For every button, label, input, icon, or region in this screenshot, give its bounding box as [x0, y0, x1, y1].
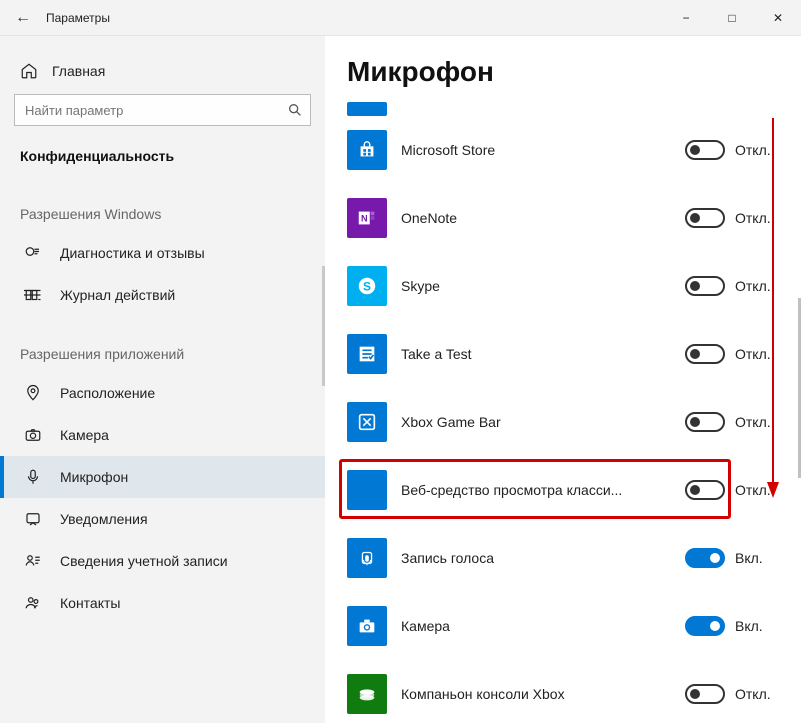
sidebar-item-label: Расположение [60, 385, 155, 401]
sidebar-item-label: Камера [60, 427, 109, 443]
app-icon [347, 538, 387, 578]
sidebar-item-activity[interactable]: Журнал действий [0, 274, 325, 316]
sidebar-item-label: Журнал действий [60, 287, 175, 303]
app-icon: N [347, 198, 387, 238]
account-icon [24, 552, 42, 570]
app-icon [347, 470, 387, 510]
app-icon-partial [347, 102, 387, 116]
sidebar-item-label: Диагностика и отзывы [60, 245, 205, 261]
app-name: Xbox Game Bar [387, 414, 685, 431]
sidebar-item-label: Уведомления [60, 511, 148, 527]
sidebar-home[interactable]: Главная [0, 56, 325, 94]
app-toggle[interactable] [685, 480, 725, 500]
search-icon [287, 102, 303, 118]
sidebar-item-diagnostics[interactable]: Диагностика и отзывы [0, 232, 325, 274]
toggle-state-label: Откл. [725, 142, 771, 158]
sidebar-item-location[interactable]: Расположение [0, 372, 325, 414]
app-row: N OneNote Откл. [347, 190, 771, 246]
main-panel: Микрофон Microsoft Store Откл. N OneNote Отк… [325, 36, 801, 723]
toggle-state-label: Откл. [725, 686, 771, 702]
app-name: Skype [387, 278, 685, 295]
app-row: Microsoft Store Откл. [347, 122, 771, 178]
app-toggle[interactable] [685, 616, 725, 636]
notifications-icon [24, 510, 42, 528]
sidebar-item-microphone[interactable]: Микрофон [0, 456, 325, 498]
toggle-state-label: Вкл. [725, 550, 771, 566]
toggle-state-label: Откл. [725, 482, 771, 498]
app-name: Компаньон консоли Xbox [387, 686, 685, 703]
microphone-icon [24, 468, 42, 486]
history-icon [24, 286, 42, 304]
toggle-state-label: Вкл. [725, 618, 771, 634]
toggle-state-label: Откл. [725, 414, 771, 430]
app-icon: S [347, 266, 387, 306]
app-name: Запись голоса [387, 550, 685, 567]
app-name: OneNote [387, 210, 685, 227]
app-name: Камера [387, 618, 685, 635]
sidebar-item-label: Сведения учетной записи [60, 553, 228, 569]
app-toggle[interactable] [685, 140, 725, 160]
feedback-icon [24, 244, 42, 262]
svg-text:N: N [361, 214, 368, 224]
home-icon [20, 62, 38, 80]
sidebar-item-account-info[interactable]: Сведения учетной записи [0, 540, 325, 582]
app-name: Microsoft Store [387, 142, 685, 159]
app-toggle[interactable] [685, 684, 725, 704]
app-toggle[interactable] [685, 344, 725, 364]
sidebar-group-windows-perms: Разрешения Windows [0, 176, 325, 232]
toggle-state-label: Откл. [725, 346, 771, 362]
sidebar-item-contacts[interactable]: Контакты [0, 582, 325, 624]
sidebar-section-title: Конфиденциальность [0, 144, 325, 176]
app-row: Компаньон консоли Xbox Откл. [347, 666, 771, 722]
back-button[interactable]: ← [0, 9, 46, 27]
sidebar-group-app-perms: Разрешения приложений [0, 316, 325, 372]
sidebar-item-camera[interactable]: Камера [0, 414, 325, 456]
app-toggle[interactable] [685, 276, 725, 296]
contacts-icon [24, 594, 42, 612]
app-row: Камера Вкл. [347, 598, 771, 654]
search-box[interactable] [14, 94, 311, 126]
search-input[interactable] [14, 94, 311, 126]
toggle-state-label: Откл. [725, 278, 771, 294]
maximize-button[interactable]: □ [709, 0, 755, 36]
location-icon [24, 384, 42, 402]
sidebar-item-notifications[interactable]: Уведомления [0, 498, 325, 540]
app-icon [347, 130, 387, 170]
sidebar-item-label: Микрофон [60, 469, 128, 485]
app-row: Xbox Game Bar Откл. [347, 394, 771, 450]
app-name: Веб-средство просмотра класси... [387, 482, 685, 499]
app-row: Веб-средство просмотра класси... Откл. [347, 462, 771, 518]
close-button[interactable]: ✕ [755, 0, 801, 36]
app-list: Microsoft Store Откл. N OneNote Откл. S Skype О… [347, 102, 771, 723]
toggle-state-label: Откл. [725, 210, 771, 226]
app-icon [347, 674, 387, 714]
app-name: Take a Test [387, 346, 685, 363]
app-row: Запись голоса Вкл. [347, 530, 771, 586]
window-title: Параметры [46, 11, 110, 25]
sidebar-home-label: Главная [52, 63, 105, 79]
app-icon [347, 402, 387, 442]
minimize-button[interactable]: − [663, 0, 709, 36]
app-icon [347, 606, 387, 646]
app-toggle[interactable] [685, 548, 725, 568]
sidebar-item-label: Контакты [60, 595, 120, 611]
page-title: Микрофон [347, 56, 771, 88]
app-icon [347, 334, 387, 374]
camera-icon [24, 426, 42, 444]
app-row: S Skype Откл. [347, 258, 771, 314]
svg-text:S: S [363, 280, 371, 294]
sidebar: Главная Конфиденциальность Разрешения Wi… [0, 36, 325, 723]
app-row: Take a Test Откл. [347, 326, 771, 382]
app-toggle[interactable] [685, 412, 725, 432]
titlebar: ← Параметры − □ ✕ [0, 0, 801, 36]
app-row-partial [347, 102, 771, 116]
app-toggle[interactable] [685, 208, 725, 228]
